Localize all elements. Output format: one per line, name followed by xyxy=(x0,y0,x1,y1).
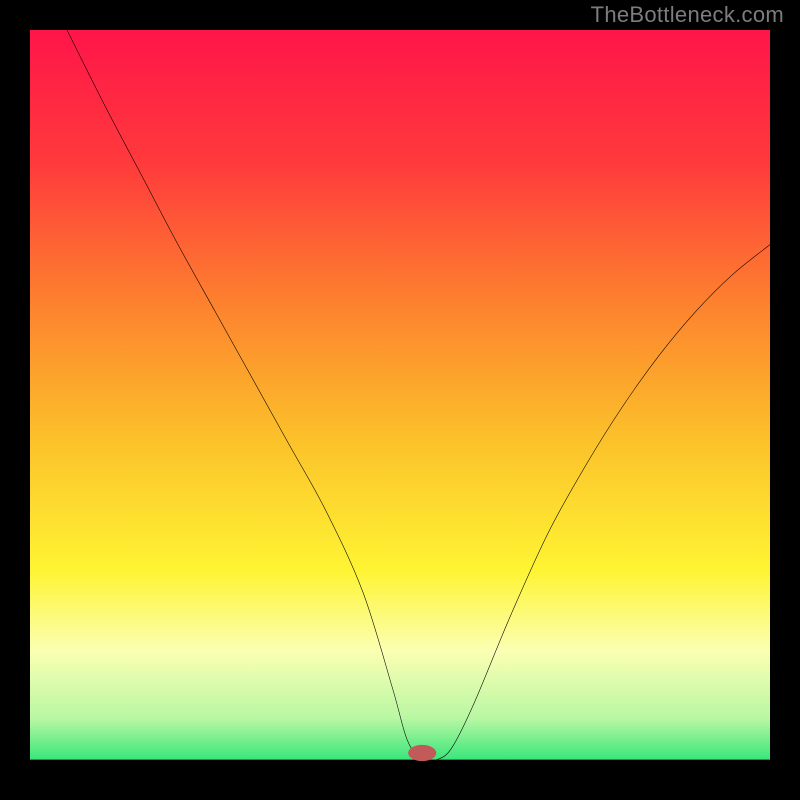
credit-text: TheBottleneck.com xyxy=(591,2,784,28)
chart-container: TheBottleneck.com xyxy=(0,0,800,800)
optimal-marker xyxy=(408,745,436,761)
floor-strip xyxy=(30,760,770,770)
bottleneck-chart xyxy=(30,30,770,770)
plot-background xyxy=(30,30,770,770)
